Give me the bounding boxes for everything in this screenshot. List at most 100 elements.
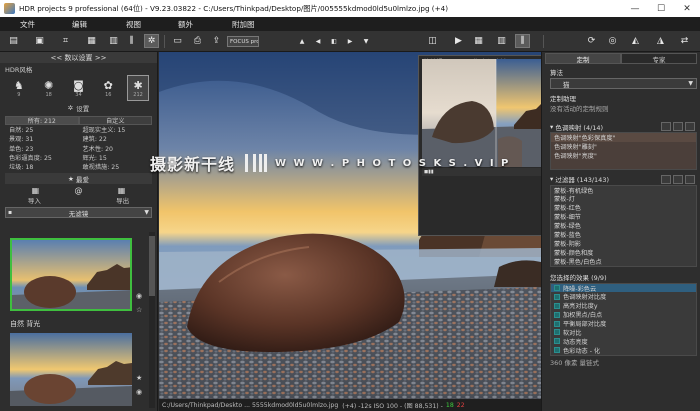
- crop-icon[interactable]: ⌗: [58, 34, 73, 48]
- remove-icon[interactable]: [685, 122, 695, 131]
- category-item[interactable]: 色彩逼真度: 25: [5, 153, 79, 162]
- list-view-icon[interactable]: [661, 174, 671, 184]
- menu-extra[interactable]: 额外: [178, 19, 193, 30]
- category-item[interactable]: 垃圾: 18: [5, 162, 79, 171]
- maximize-button[interactable]: ☐: [648, 0, 674, 17]
- import-button[interactable]: 导入: [28, 195, 41, 205]
- add-icon[interactable]: [673, 122, 683, 131]
- list-item[interactable]: 蒙板-蓝色: [551, 230, 696, 239]
- style-camera-icon[interactable]: ◙ 34: [67, 75, 89, 101]
- category-item[interactable]: 自然: 25: [5, 125, 79, 134]
- list-item[interactable]: 蒙板-颜色和度: [551, 248, 696, 257]
- compare-icon[interactable]: ◫: [425, 34, 440, 48]
- add-icon[interactable]: [673, 174, 683, 184]
- star-outline-icon[interactable]: ☆: [136, 306, 142, 314]
- list-item[interactable]: 蒙板-有机绿色: [551, 186, 696, 195]
- checkbox[interactable]: [554, 320, 560, 327]
- category-item[interactable]: 景观: 31: [5, 134, 79, 143]
- flip-vertical-icon[interactable]: ◮: [653, 34, 668, 48]
- list-view-icon[interactable]: [661, 122, 671, 131]
- minimize-button[interactable]: —: [622, 0, 648, 17]
- category-all[interactable]: 所有: 212: [5, 116, 79, 126]
- checkbox[interactable]: [554, 285, 560, 292]
- view-up-icon[interactable]: ▲: [297, 34, 307, 48]
- category-item[interactable]: 建筑: 22: [79, 134, 153, 143]
- menu-view[interactable]: 视图: [126, 19, 141, 30]
- checkbox[interactable]: [554, 293, 560, 300]
- category-item[interactable]: 敢视措施: 25: [79, 162, 153, 171]
- view-right-icon[interactable]: ▶: [345, 34, 355, 48]
- focus-pro-button[interactable]: FOCUS pro: [227, 36, 259, 47]
- checkbox[interactable]: [554, 338, 560, 345]
- effect-item[interactable]: 降噪-彩色云: [551, 283, 696, 293]
- list-item[interactable]: 蒙板-红色: [551, 203, 696, 212]
- effect-item[interactable]: 动态亮度: [551, 337, 696, 346]
- play-icon[interactable]: ▶: [451, 34, 466, 48]
- tab-expert[interactable]: 专家: [621, 53, 697, 64]
- settings-row[interactable]: ✲ 设置: [0, 102, 157, 114]
- effect-item[interactable]: 色调映射对比度: [551, 292, 696, 301]
- close-button[interactable]: ✕: [674, 0, 700, 17]
- style-palette-icon[interactable]: ✿ 16: [97, 75, 119, 101]
- list-item[interactable]: 蒙板-细节: [551, 212, 696, 221]
- tonemap-group-header[interactable]: ▾ 色调映射 (4/14): [550, 121, 697, 132]
- checkbox[interactable]: [554, 302, 560, 309]
- effect-item[interactable]: 加权黑点/白点: [551, 310, 696, 319]
- print-icon[interactable]: ⎙: [190, 34, 205, 48]
- export-button[interactable]: 导出: [116, 195, 129, 205]
- list-item[interactable]: 蒙板-绿色: [551, 221, 696, 230]
- list-item[interactable]: 蒙板-阴影: [551, 239, 696, 248]
- list-item[interactable]: 蒙板-灯: [551, 194, 696, 203]
- bars-icon[interactable]: ⫼: [515, 34, 530, 48]
- tab-custom[interactable]: 定制: [545, 53, 621, 64]
- effects-group-header[interactable]: 您选择的效果 (9/9): [550, 272, 697, 283]
- effect-item[interactable]: 色彩动态 - 化: [551, 346, 696, 355]
- rotate-icon[interactable]: ⟳: [584, 34, 599, 48]
- list-item[interactable]: 色调映射"色彩保真度": [551, 133, 696, 142]
- algorithm-select[interactable]: 猫 ▼: [550, 78, 697, 89]
- import-icon[interactable]: ▦: [32, 186, 40, 195]
- open-file-icon[interactable]: ▤: [6, 34, 21, 48]
- list-item[interactable]: 色调映射"雕刻": [551, 142, 696, 151]
- compare-controls[interactable]: ◼▮▮: [424, 169, 434, 175]
- zoom-icon[interactable]: ◎: [605, 34, 620, 48]
- filters-group-header[interactable]: ▾ 过滤器 (143/143): [550, 174, 697, 185]
- grid-icon[interactable]: ▦: [471, 34, 486, 48]
- hdr-icon[interactable]: ▦: [84, 34, 99, 48]
- effect-item[interactable]: 高亮对比度y: [551, 301, 696, 310]
- save-icon[interactable]: ▣: [32, 34, 47, 48]
- eye-icon[interactable]: ◉: [136, 292, 142, 300]
- histogram-icon[interactable]: ▥: [494, 34, 509, 48]
- compare-timeline[interactable]: [422, 168, 541, 176]
- settings-gear-icon[interactable]: ✲: [144, 34, 159, 48]
- menu-edit[interactable]: 编辑: [72, 19, 87, 30]
- category-item[interactable]: 单色: 23: [5, 144, 79, 153]
- category-item[interactable]: 超现实主义: 15: [79, 125, 153, 134]
- preset-thumbnail[interactable]: [10, 333, 132, 406]
- levels-icon[interactable]: ▥: [106, 34, 121, 48]
- style-bulb-icon[interactable]: ✺ 18: [38, 75, 60, 101]
- flip-horizontal-icon[interactable]: ◭: [628, 34, 643, 48]
- category-item[interactable]: 艺术性: 20: [79, 144, 153, 153]
- list-item[interactable]: 蒙板-黑色/白色点: [551, 257, 696, 266]
- export-grid-icon[interactable]: ▦: [118, 186, 126, 195]
- remove-icon[interactable]: [685, 174, 695, 184]
- category-item[interactable]: 辉光: 15: [79, 153, 153, 162]
- preset-thumbnail[interactable]: [10, 238, 132, 311]
- view-left-icon[interactable]: ◀: [313, 34, 323, 48]
- menu-addon[interactable]: 附加图: [232, 19, 255, 30]
- style-portrait-icon[interactable]: ♞ 9: [8, 75, 30, 101]
- star-outline-icon[interactable]: ★: [136, 374, 142, 382]
- checkbox[interactable]: [554, 329, 560, 336]
- checkbox[interactable]: [554, 311, 560, 318]
- sliders-icon[interactable]: ⫼: [124, 34, 139, 48]
- export-icon[interactable]: ▭: [170, 34, 185, 48]
- presets-scrollbar[interactable]: [149, 232, 155, 408]
- share-icon[interactable]: ⇪: [209, 34, 224, 48]
- presets-header[interactable]: << 数以设置 >>: [0, 52, 157, 63]
- effect-item[interactable]: 平衡局部对比度: [551, 319, 696, 328]
- style-all-icon[interactable]: ✱ 212: [127, 75, 150, 101]
- eye-icon[interactable]: ◉: [136, 388, 142, 396]
- view-down-icon[interactable]: ▼: [361, 34, 371, 48]
- compare-view[interactable]: 比较视图 (HDR图像/色调映射) ◼▮▮: [418, 55, 541, 236]
